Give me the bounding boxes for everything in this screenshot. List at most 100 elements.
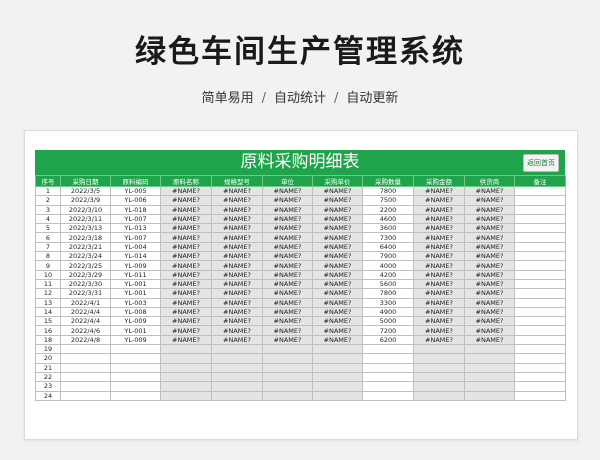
table-cell[interactable]: #NAME? — [262, 213, 313, 225]
table-cell[interactable] — [312, 362, 363, 373]
table-cell[interactable] — [312, 353, 363, 364]
table-cell[interactable] — [514, 381, 566, 392]
table-cell[interactable]: 4000 — [362, 260, 414, 271]
table-cell[interactable]: YL-006 — [110, 195, 161, 206]
table-cell[interactable]: #NAME? — [312, 260, 363, 271]
table-cell[interactable]: #NAME? — [211, 297, 263, 308]
table-cell[interactable]: 16 — [35, 325, 61, 336]
table-cell[interactable]: #NAME? — [413, 204, 465, 215]
table-cell[interactable]: #NAME? — [211, 316, 263, 327]
table-cell[interactable]: 6200 — [362, 334, 414, 346]
table-cell[interactable] — [60, 344, 111, 355]
table-cell[interactable]: 23 — [35, 381, 61, 392]
table-cell[interactable] — [312, 381, 363, 392]
table-cell[interactable] — [362, 353, 414, 364]
table-cell[interactable]: 7800 — [362, 288, 414, 299]
table-cell[interactable] — [413, 371, 465, 383]
table-cell[interactable] — [514, 213, 566, 225]
table-cell[interactable]: 11 — [35, 278, 61, 290]
table-cell[interactable]: YL-007 — [110, 213, 161, 225]
table-cell[interactable]: 2022/4/6 — [60, 325, 111, 336]
table-cell[interactable] — [362, 381, 414, 392]
table-cell[interactable]: #NAME? — [464, 251, 515, 262]
table-cell[interactable] — [362, 344, 414, 355]
table-cell[interactable]: #NAME? — [160, 251, 212, 262]
table-cell[interactable] — [211, 344, 263, 355]
table-cell[interactable]: #NAME? — [312, 325, 363, 336]
table-cell[interactable] — [514, 269, 566, 280]
table-cell[interactable]: 18 — [35, 334, 61, 346]
table-cell[interactable]: #NAME? — [160, 185, 212, 197]
table-cell[interactable]: #NAME? — [262, 316, 313, 327]
table-cell[interactable]: #NAME? — [464, 288, 515, 299]
table-cell[interactable] — [514, 316, 566, 327]
table-cell[interactable]: #NAME? — [211, 288, 263, 299]
table-cell[interactable]: #NAME? — [160, 334, 212, 346]
table-cell[interactable] — [110, 381, 161, 392]
table-cell[interactable] — [110, 353, 161, 364]
table-cell[interactable]: #NAME? — [262, 251, 313, 262]
table-cell[interactable]: #NAME? — [464, 223, 515, 234]
table-cell[interactable]: #NAME? — [413, 232, 465, 243]
table-cell[interactable]: #NAME? — [464, 213, 515, 225]
table-cell[interactable] — [514, 288, 566, 299]
table-cell[interactable]: #NAME? — [312, 185, 363, 197]
table-cell[interactable] — [514, 251, 566, 262]
table-cell[interactable]: #NAME? — [160, 260, 212, 271]
table-cell[interactable] — [514, 260, 566, 271]
table-cell[interactable] — [514, 371, 566, 383]
table-cell[interactable]: YL-001 — [110, 288, 161, 299]
table-cell[interactable] — [514, 241, 566, 253]
table-cell[interactable] — [312, 344, 363, 355]
table-cell[interactable]: #NAME? — [464, 260, 515, 271]
table-cell[interactable]: YL-018 — [110, 204, 161, 215]
table-cell[interactable]: #NAME? — [211, 260, 263, 271]
table-cell[interactable] — [262, 362, 313, 373]
table-cell[interactable]: #NAME? — [160, 297, 212, 308]
table-cell[interactable] — [413, 390, 465, 401]
table-cell[interactable]: #NAME? — [211, 241, 263, 253]
table-cell[interactable]: #NAME? — [464, 232, 515, 243]
table-cell[interactable]: #NAME? — [312, 213, 363, 225]
table-cell[interactable]: 2022/3/24 — [60, 251, 111, 262]
table-cell[interactable]: #NAME? — [464, 316, 515, 327]
table-cell[interactable]: #NAME? — [464, 241, 515, 253]
table-cell[interactable]: #NAME? — [413, 223, 465, 234]
table-cell[interactable] — [514, 204, 566, 215]
table-cell[interactable] — [514, 353, 566, 364]
table-cell[interactable]: #NAME? — [312, 269, 363, 280]
table-cell[interactable]: 2022/3/11 — [60, 213, 111, 225]
table-cell[interactable] — [211, 362, 263, 373]
table-cell[interactable]: #NAME? — [160, 325, 212, 336]
table-cell[interactable]: 6 — [35, 232, 61, 243]
table-cell[interactable]: #NAME? — [160, 223, 212, 234]
table-cell[interactable]: #NAME? — [464, 204, 515, 215]
table-cell[interactable]: #NAME? — [464, 297, 515, 308]
table-cell[interactable] — [110, 362, 161, 373]
table-cell[interactable] — [160, 371, 212, 383]
table-cell[interactable]: #NAME? — [211, 269, 263, 280]
table-cell[interactable]: #NAME? — [262, 241, 313, 253]
table-cell[interactable]: #NAME? — [413, 185, 465, 197]
table-cell[interactable] — [312, 390, 363, 401]
table-cell[interactable]: 24 — [35, 390, 61, 401]
table-cell[interactable]: #NAME? — [262, 325, 313, 336]
table-cell[interactable]: #NAME? — [413, 241, 465, 253]
table-cell[interactable]: 20 — [35, 353, 61, 364]
table-cell[interactable] — [413, 362, 465, 373]
table-cell[interactable]: #NAME? — [312, 278, 363, 290]
table-cell[interactable]: #NAME? — [464, 306, 515, 318]
table-cell[interactable]: #NAME? — [262, 297, 313, 308]
table-cell[interactable]: 2022/3/10 — [60, 204, 111, 215]
table-cell[interactable]: #NAME? — [464, 278, 515, 290]
table-cell[interactable]: 1 — [35, 185, 61, 197]
table-cell[interactable] — [514, 334, 566, 346]
table-cell[interactable]: #NAME? — [312, 241, 363, 253]
table-cell[interactable]: 2022/4/4 — [60, 316, 111, 327]
table-cell[interactable]: 2022/3/13 — [60, 223, 111, 234]
table-cell[interactable]: #NAME? — [262, 306, 313, 318]
table-cell[interactable]: #NAME? — [262, 334, 313, 346]
table-cell[interactable] — [362, 362, 414, 373]
table-cell[interactable]: 4600 — [362, 213, 414, 225]
table-cell[interactable] — [262, 344, 313, 355]
